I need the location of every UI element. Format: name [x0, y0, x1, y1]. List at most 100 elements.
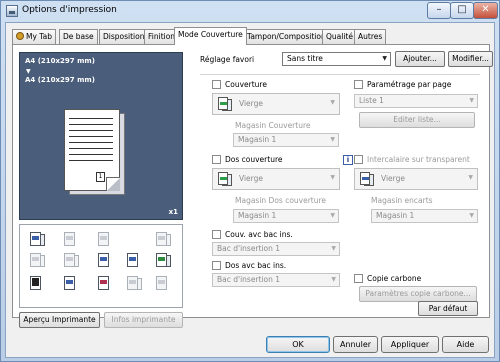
- back-cover-label: Dos couverture: [225, 155, 283, 164]
- close-button[interactable]: ✕: [473, 2, 498, 19]
- proof-print-icon[interactable]: [125, 275, 144, 291]
- save-box-icon[interactable]: [154, 275, 173, 291]
- per-page-checkbox[interactable]: [354, 80, 363, 89]
- cover-type-select[interactable]: Vierge ▼: [212, 93, 340, 115]
- insert-tray-select[interactable]: Magasin 1 ▼: [371, 209, 478, 223]
- transparency-interleave-label: Intercalaire sur transparent: [367, 155, 470, 164]
- per-page-list-select[interactable]: Liste 1 ▼: [354, 94, 478, 108]
- page-preview: A4 (210x297 mm) ▼ A4 (210x297 mm) 1 x1: [19, 52, 183, 220]
- maximize-button[interactable]: □: [450, 2, 474, 19]
- printer-info-button[interactable]: Infos imprimante: [104, 312, 183, 328]
- cover-mode-icon[interactable]: [28, 231, 47, 247]
- tab-label: Disposition: [103, 32, 145, 41]
- edit-list-button[interactable]: Editer liste...: [359, 112, 475, 128]
- cover-tray-label: Magasin Couverture: [235, 121, 311, 130]
- carbon-copy-settings-button[interactable]: Paramètres copie carbone...: [359, 286, 477, 302]
- account-track-icon[interactable]: [96, 275, 115, 291]
- transparency-type-select[interactable]: Vierge ▼: [354, 168, 478, 190]
- back-cover-tray-select[interactable]: Magasin 1 ▼: [233, 209, 339, 223]
- text-line: [69, 142, 113, 143]
- printer-view-button[interactable]: Aperçu Imprimante: [19, 312, 100, 328]
- favorite-setting-value: Sans titre: [287, 54, 323, 63]
- back-cover-checkbox[interactable]: [212, 155, 221, 164]
- transparency-interleave-checkbox[interactable]: [354, 155, 363, 164]
- tab-autres[interactable]: Autres: [354, 29, 387, 44]
- window-title: Options d'impression: [22, 5, 117, 15]
- cover-label: Couverture: [225, 80, 267, 89]
- staple-icon[interactable]: [154, 231, 173, 247]
- chevron-down-icon: ▼: [331, 276, 336, 283]
- secure-print-icon[interactable]: [28, 275, 47, 291]
- favorite-setting-select[interactable]: Sans titre ▼: [282, 52, 391, 66]
- per-page-label: Paramétrage par page: [367, 80, 452, 89]
- back-cover-type-select[interactable]: Vierge ▼: [212, 168, 340, 190]
- add-favorite-button[interactable]: Ajouter...: [395, 51, 445, 67]
- punch-icon[interactable]: [62, 252, 81, 268]
- front-tray-insert-checkbox[interactable]: [212, 230, 221, 239]
- carbon-copy-checkbox[interactable]: [354, 274, 363, 283]
- overlay-icon[interactable]: [154, 252, 173, 268]
- blank-back-cover-icon: [217, 171, 233, 187]
- cancel-button[interactable]: Annuler: [333, 336, 378, 353]
- back-tray-insert-select[interactable]: Bac d'insertion 1 ▼: [212, 273, 340, 287]
- output-paper-size: A4 (210x297 mm): [25, 76, 95, 84]
- back-tray-insert-value: Bac d'insertion 1: [217, 275, 281, 284]
- duplex-icon[interactable]: [28, 252, 47, 268]
- blank-cover-icon: [217, 96, 233, 112]
- mode-couverture-panel: A4 (210x297 mm) ▼ A4 (210x297 mm) 1 x1 A…: [12, 44, 493, 328]
- user-icon: [16, 32, 24, 40]
- modify-favorite-button[interactable]: Modifier...: [448, 51, 493, 67]
- tab-label: Qualité: [326, 32, 353, 41]
- back-tray-insert-label: Dos avc bac ins.: [225, 261, 287, 270]
- insert-tray-label: Magasin encarts: [371, 196, 433, 205]
- text-line: [69, 154, 113, 155]
- user-auth-icon[interactable]: [62, 275, 81, 291]
- chevron-down-icon: ▼: [330, 174, 335, 181]
- title-bar[interactable]: Options d'impression – □ ✕: [1, 1, 499, 22]
- watermark-icon[interactable]: [125, 252, 144, 268]
- text-line: [69, 160, 113, 161]
- cover-checkbox[interactable]: [212, 80, 221, 89]
- tab-label: Tampon/Composition: [247, 32, 326, 41]
- chevron-down-icon: ▼: [382, 55, 387, 62]
- chevron-down-icon: ▼: [469, 212, 474, 219]
- tab-disposition[interactable]: Disposition: [99, 29, 149, 44]
- text-sheet-icon: [359, 171, 375, 187]
- cover-tray-select[interactable]: Magasin 1 ▼: [233, 133, 339, 147]
- booklet-icon[interactable]: [96, 231, 115, 247]
- chevron-down-icon: ▼: [330, 136, 335, 143]
- font-icon[interactable]: [96, 252, 115, 268]
- apply-button[interactable]: Appliquer: [381, 336, 439, 353]
- text-line: [69, 136, 113, 137]
- transparency-type-value: Vierge: [381, 174, 405, 183]
- tab-de-base[interactable]: De base: [59, 29, 98, 44]
- layout-icon[interactable]: [62, 231, 81, 247]
- chevron-down-icon: ▼: [468, 174, 473, 181]
- cover-type-value: Vierge: [239, 99, 263, 108]
- front-tray-insert-select[interactable]: Bac d'insertion 1 ▼: [212, 242, 340, 256]
- tab-mode-couverture[interactable]: Mode Couverture: [174, 27, 247, 45]
- tab-label: Mode Couverture: [178, 30, 243, 39]
- minimize-button[interactable]: –: [427, 2, 451, 19]
- original-paper-size: A4 (210x297 mm): [25, 57, 95, 65]
- back-cover-tray-label: Magasin Dos couverture: [235, 196, 327, 205]
- favorite-setting-label: Réglage favori: [200, 55, 255, 64]
- front-tray-insert-value: Bac d'insertion 1: [217, 244, 281, 253]
- tab-label: Autres: [358, 32, 383, 41]
- printer-app-icon: [6, 5, 18, 17]
- help-button[interactable]: Aide: [442, 336, 489, 353]
- tab-my-tab[interactable]: My Tab: [12, 29, 56, 44]
- tab-label: Finition: [148, 32, 176, 41]
- per-page-list-value: Liste 1: [359, 96, 384, 105]
- tab-label: De base: [63, 32, 94, 41]
- text-line: [69, 148, 113, 149]
- default-settings-button[interactable]: Par défaut: [418, 301, 478, 316]
- back-cover-type-value: Vierge: [239, 174, 263, 183]
- chevron-down-icon: ▼: [330, 212, 335, 219]
- tab-tampon-composition[interactable]: Tampon/Composition: [243, 29, 330, 44]
- ok-button[interactable]: OK: [266, 336, 330, 353]
- text-line: [69, 118, 113, 119]
- back-tray-insert-checkbox[interactable]: [212, 261, 221, 270]
- tab-qualite[interactable]: Qualité: [322, 29, 357, 44]
- insert-tray-value: Magasin 1: [376, 211, 415, 220]
